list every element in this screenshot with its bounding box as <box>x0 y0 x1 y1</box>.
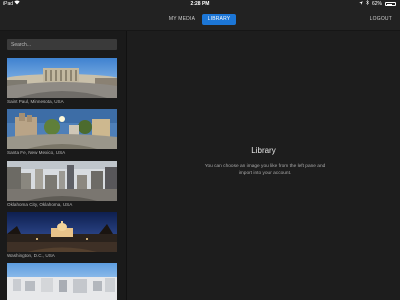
top-nav-bar: MY MEDIA LIBRARY LOGOUT <box>0 8 400 31</box>
panorama-thumbnail-santa-fe[interactable] <box>7 109 117 149</box>
search-input[interactable] <box>7 39 117 50</box>
tab-my-media[interactable]: MY MEDIA <box>164 14 200 25</box>
library-instructions: You can choose an image you like from th… <box>204 164 326 176</box>
battery-icon <box>385 2 396 6</box>
tab-library[interactable]: LIBRARY <box>202 14 236 25</box>
panorama-caption: Oklahoma City, Oklahoma, USA <box>7 202 73 207</box>
status-right: 62% <box>359 0 396 8</box>
panorama-caption: Santa Fe, New Mexico, USA <box>7 150 66 155</box>
panorama-thumbnail-saint-paul[interactable] <box>7 58 117 98</box>
bluetooth-icon <box>366 0 369 8</box>
page-title: Library <box>251 146 276 155</box>
panorama-caption: Washington, D.C., USA <box>7 253 55 258</box>
library-main-panel: Library You can choose an image you like… <box>127 31 400 300</box>
status-time: 2:28 PM <box>190 1 210 7</box>
panorama-thumbnail-washington-dc[interactable] <box>7 212 117 252</box>
logout-button[interactable]: LOGOUT <box>370 14 392 25</box>
location-icon <box>359 0 363 8</box>
library-sidebar[interactable]: Saint Paul, Minnesota, USA Santa Fe, New… <box>0 31 127 300</box>
panorama-thumbnail-oklahoma-city[interactable] <box>7 161 117 201</box>
status-bar: iPad 2:28 PM 62% <box>0 0 400 8</box>
battery-fill <box>386 3 393 5</box>
panorama-caption: Saint Paul, Minnesota, USA <box>7 99 64 104</box>
battery-percent: 62% <box>371 1 382 7</box>
panorama-thumbnail[interactable] <box>7 263 117 300</box>
